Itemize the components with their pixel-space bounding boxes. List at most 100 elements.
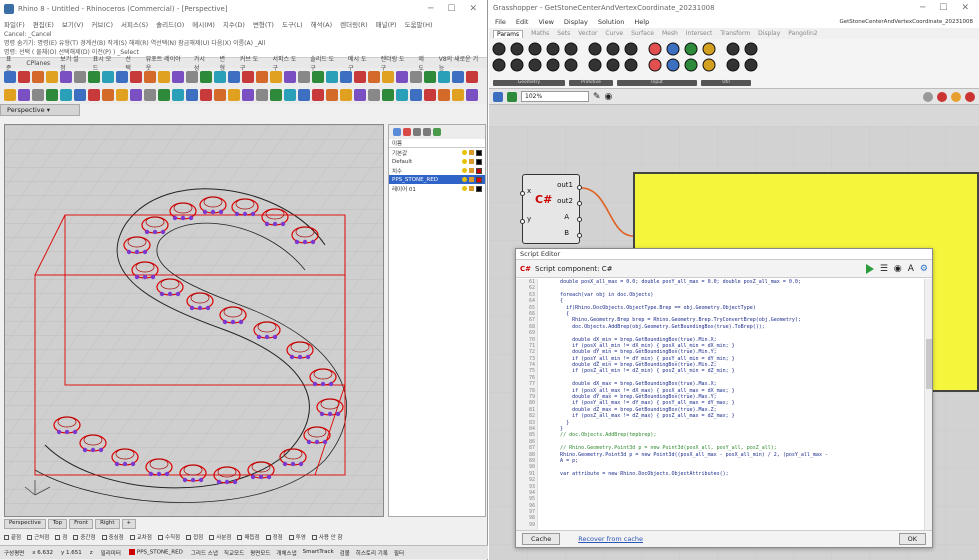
toolbar-tool-icon[interactable] — [88, 71, 100, 83]
output-port-b[interactable] — [577, 233, 582, 238]
input-port-x[interactable] — [520, 191, 525, 196]
gh-component-icon[interactable] — [606, 42, 620, 56]
toolbar-tool-icon[interactable] — [144, 89, 156, 101]
status-toggle[interactable]: 히스토리 기록 — [356, 549, 388, 557]
toolbar-tool-icon[interactable] — [88, 89, 100, 101]
toolbar-tool-icon[interactable] — [116, 89, 128, 101]
layer-color-swatch[interactable] — [476, 167, 482, 174]
menu-item[interactable]: 솔리드(O) — [156, 19, 184, 29]
toolbar-tool-icon[interactable] — [354, 71, 366, 83]
toolbar-tool-icon[interactable] — [228, 71, 240, 83]
toolbar-tool-icon[interactable] — [452, 71, 464, 83]
toolbar-tool-icon[interactable] — [32, 71, 44, 83]
osnap-option[interactable]: 점 — [55, 533, 67, 541]
lock-icon[interactable] — [469, 158, 474, 164]
toolbar-tool-icon[interactable] — [130, 89, 142, 101]
lightbulb-icon[interactable] — [462, 167, 467, 173]
gh-component-icon[interactable] — [726, 42, 740, 56]
gh-tab[interactable]: Transform — [720, 30, 750, 37]
close-icon[interactable]: ✕ — [961, 3, 969, 13]
toolbar-tool-icon[interactable] — [312, 71, 324, 83]
gh-document-name[interactable]: GetStoneCenterAndVertexCoordinate_202310… — [839, 19, 973, 25]
delete-layer-icon[interactable] — [403, 128, 411, 136]
list-icon[interactable]: ☰ — [880, 264, 888, 274]
toolbar-tab[interactable]: 제도 — [418, 54, 428, 72]
gh-component-icon[interactable] — [528, 58, 542, 72]
checkbox-icon[interactable] — [265, 535, 271, 540]
toolbar-tool-icon[interactable] — [18, 71, 30, 83]
checkbox-icon[interactable] — [157, 535, 163, 540]
toolbar-tool-icon[interactable] — [298, 71, 310, 83]
gh-menu-item[interactable]: Help — [634, 18, 649, 26]
toolbar-tool-icon[interactable] — [4, 89, 16, 101]
osnap-option[interactable]: 중간점 — [73, 533, 96, 541]
gh-tab[interactable]: Surface — [631, 30, 654, 37]
lightbulb-icon[interactable] — [462, 158, 467, 164]
current-layer[interactable]: PPS_STONE_RED — [128, 549, 183, 556]
status-toggle[interactable]: SmartTrack — [303, 549, 334, 557]
viewport-title-tab[interactable]: Perspective ▾ — [0, 104, 80, 116]
gh-menu-item[interactable]: View — [538, 18, 553, 26]
toolbar-tool-icon[interactable] — [438, 89, 450, 101]
ok-button[interactable]: OK — [898, 533, 926, 545]
gh-tab[interactable]: Intersect — [686, 30, 713, 37]
cache-button[interactable]: Cache — [522, 533, 561, 545]
toolbar-tab[interactable]: 커브 도구 — [240, 54, 263, 72]
gh-menu-item[interactable]: Edit — [516, 18, 529, 26]
toolbar-tool-icon[interactable] — [158, 71, 170, 83]
toolbar-tool-icon[interactable] — [74, 89, 86, 101]
gh-component-icon[interactable] — [492, 42, 506, 56]
checkbox-icon[interactable] — [55, 535, 61, 540]
layer-row[interactable]: 치수 — [389, 166, 485, 175]
viewport-tab[interactable]: + — [121, 519, 137, 529]
filter-icon[interactable] — [433, 128, 441, 136]
toolbar-tool-icon[interactable] — [214, 71, 226, 83]
osnap-option[interactable]: 중심점 — [101, 533, 124, 541]
toolbar-tab[interactable]: 표준 — [6, 54, 16, 72]
viewport-tab[interactable]: Perspective — [4, 519, 46, 529]
layer-color-swatch[interactable] — [476, 158, 482, 165]
scrollbar-thumb[interactable] — [926, 339, 932, 389]
menu-item[interactable]: 도구(L) — [282, 19, 303, 29]
preview-selected-icon[interactable] — [937, 91, 947, 102]
input-port-y[interactable] — [520, 219, 525, 224]
preview-icon[interactable]: ◉ — [894, 264, 902, 274]
menu-item[interactable]: 해석(A) — [311, 19, 332, 29]
toolbar-tool-icon[interactable] — [46, 71, 58, 83]
menu-item[interactable]: 편집(E) — [33, 19, 54, 29]
status-toggle[interactable]: 개체스냅 — [276, 549, 296, 557]
toolbar-tool-icon[interactable] — [228, 89, 240, 101]
new-layer-icon[interactable] — [393, 128, 401, 136]
toolbar-tool-icon[interactable] — [452, 89, 464, 101]
gh-menu-item[interactable]: File — [495, 18, 506, 26]
font-icon[interactable]: A — [908, 264, 914, 274]
sketch-icon[interactable]: ✎ — [593, 92, 601, 102]
output-port-out1[interactable] — [577, 185, 582, 190]
toolbar-tool-icon[interactable] — [396, 89, 408, 101]
toolbar-tool-icon[interactable] — [186, 71, 198, 83]
gh-component-icon[interactable] — [666, 58, 680, 72]
status-toggle[interactable]: 그리드 스냅 — [191, 549, 218, 557]
layer-row[interactable]: PPS_STONE_RED — [389, 175, 485, 184]
menu-item[interactable]: 서피스(S) — [121, 19, 148, 29]
lock-icon[interactable] — [469, 149, 474, 155]
toolbar-tool-icon[interactable] — [130, 71, 142, 83]
preview-icon[interactable]: ◉ — [605, 92, 613, 102]
viewport-tab[interactable]: Top — [47, 519, 68, 529]
gh-component-icon[interactable] — [648, 58, 662, 72]
lightbulb-icon[interactable] — [462, 176, 467, 182]
toolbar-tool-icon[interactable] — [60, 89, 72, 101]
toolbar-tool-icon[interactable] — [46, 89, 58, 101]
osnap-option[interactable]: 사용 안 함 — [311, 533, 343, 541]
gh-tab[interactable]: Display — [758, 30, 780, 37]
status-toggle[interactable]: 평면모드 — [250, 549, 270, 557]
toolbar-tool-icon[interactable] — [242, 71, 254, 83]
zoom-level-field[interactable]: 102% — [521, 91, 589, 102]
toolbar-tool-icon[interactable] — [102, 89, 114, 101]
checkbox-icon[interactable] — [237, 535, 243, 540]
toolbar-tool-icon[interactable] — [60, 71, 72, 83]
menu-item[interactable]: 패널(P) — [376, 19, 397, 29]
code-line[interactable] — [542, 522, 924, 528]
toolbar-tool-icon[interactable] — [270, 89, 282, 101]
gh-component-icon[interactable] — [588, 42, 602, 56]
